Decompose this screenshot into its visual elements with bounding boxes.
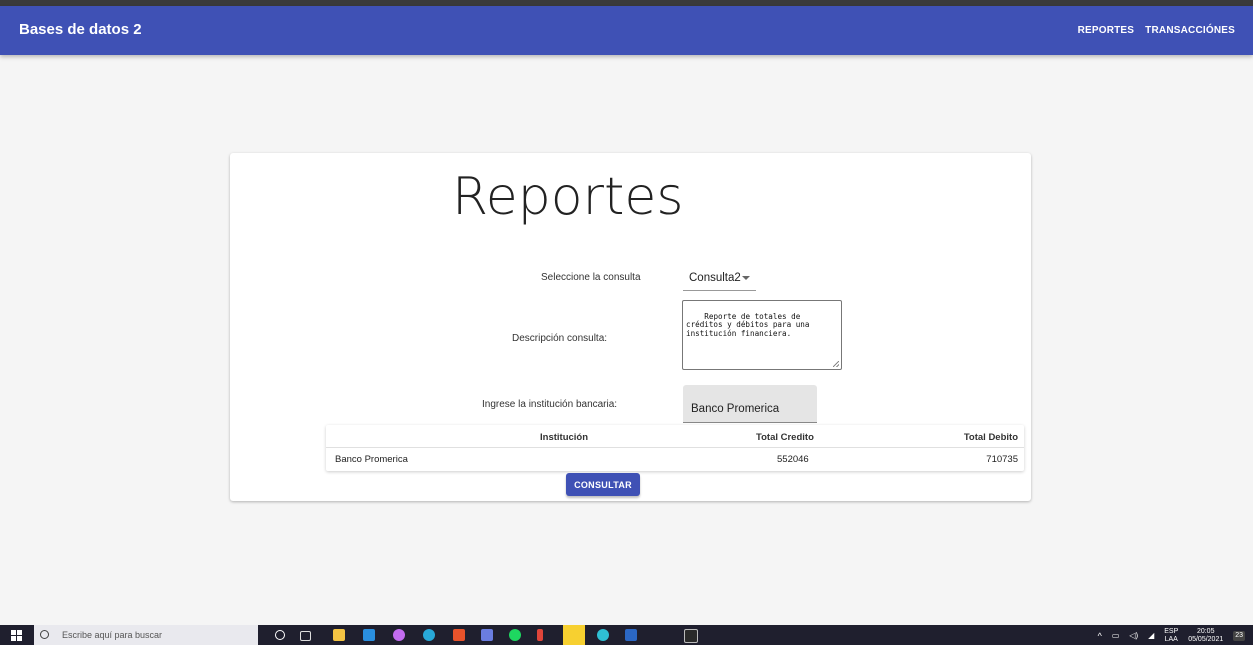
- cortana-icon[interactable]: [275, 630, 285, 640]
- nav-item-transacciones[interactable]: TRANSACCIÓNES: [1145, 25, 1235, 36]
- table-cell-total-debito: 710735: [986, 454, 1018, 465]
- column-header-institucion: Institución: [540, 432, 589, 443]
- region-code: LAA: [1164, 636, 1178, 643]
- column-header-total-debito: Total Debito: [963, 432, 1018, 443]
- clock[interactable]: 20:05 05/05/2021: [1188, 628, 1223, 644]
- top-nav: REPORTES TRANSACCIÓNES: [1070, 25, 1235, 36]
- app-icon[interactable]: [537, 629, 543, 641]
- windows-taskbar: Escribe aquí para buscar ^ ▭ ◁) ◢ ESP LA…: [0, 625, 1253, 645]
- results-table: Institución Total Credito Total Debito B…: [326, 425, 1024, 471]
- description-label: Descripción consulta:: [512, 333, 608, 344]
- description-text: Reporte de totales de créditos y débitos…: [686, 311, 815, 338]
- select-label: Seleccione la consulta: [541, 272, 641, 283]
- file-explorer-icon[interactable]: [333, 629, 345, 641]
- app-bar: Bases de datos 2 REPORTES TRANSACCIÓNES: [0, 6, 1253, 55]
- sticky-notes-icon[interactable]: [563, 625, 585, 645]
- search-icon: [40, 630, 49, 639]
- table-cell-total-credito: 552046: [777, 454, 809, 465]
- clock-time: 20:05: [1196, 628, 1215, 635]
- app-title: Bases de datos 2: [19, 21, 142, 38]
- table-cell-institucion: Banco Promerica: [335, 454, 408, 465]
- language-code: ESP: [1164, 628, 1179, 635]
- report-card: Reportes Seleccione la consulta Consulta…: [230, 153, 1031, 501]
- clock-date: 05/05/2021: [1188, 636, 1224, 643]
- github-icon[interactable]: [393, 629, 405, 641]
- description-textarea[interactable]: Reporte de totales de créditos y débitos…: [682, 300, 842, 370]
- nav-item-reportes[interactable]: REPORTES: [1078, 25, 1135, 36]
- edge-icon[interactable]: [423, 629, 435, 641]
- edge-beta-icon[interactable]: [597, 629, 609, 641]
- resize-grip-icon[interactable]: [833, 361, 839, 367]
- chevron-up-icon[interactable]: ^: [1098, 632, 1102, 641]
- system-tray: ^ ▭ ◁) ◢ ESP LAA 20:05 05/05/2021 23: [1090, 628, 1245, 644]
- table-divider: [326, 447, 1024, 448]
- volume-icon[interactable]: ◁): [1129, 632, 1138, 640]
- bank-label: Ingrese la institución bancaria:: [482, 399, 618, 410]
- network-icon[interactable]: ▭: [1112, 632, 1120, 640]
- bank-input-value: Banco Promerica: [691, 403, 780, 415]
- notification-icon[interactable]: 23: [1233, 631, 1245, 641]
- query-select-value: Consulta2: [689, 272, 741, 284]
- taskbar-search-placeholder: Escribe aquí para buscar: [62, 630, 163, 640]
- wifi-icon[interactable]: ◢: [1148, 632, 1154, 640]
- taskbar-search[interactable]: Escribe aquí para buscar: [34, 625, 258, 645]
- notification-count: 23: [1235, 632, 1243, 639]
- vscode-icon[interactable]: [363, 629, 375, 641]
- column-header-total-credito: Total Credito: [756, 432, 814, 443]
- security-icon[interactable]: [481, 629, 493, 641]
- windows-start-icon[interactable]: [11, 630, 22, 641]
- terminal-icon[interactable]: [684, 629, 698, 643]
- consult-button[interactable]: CONSULTAR: [566, 473, 640, 496]
- query-select[interactable]: Consulta2: [683, 264, 756, 291]
- spotify-icon[interactable]: [509, 629, 521, 641]
- chevron-down-icon: [742, 276, 750, 280]
- bank-input[interactable]: Banco Promerica: [683, 385, 817, 423]
- office-icon[interactable]: [453, 629, 465, 641]
- word-icon[interactable]: [625, 629, 637, 641]
- page-title: Reportes: [452, 167, 684, 227]
- language-indicator[interactable]: ESP LAA: [1164, 628, 1178, 644]
- task-view-icon[interactable]: [300, 631, 311, 641]
